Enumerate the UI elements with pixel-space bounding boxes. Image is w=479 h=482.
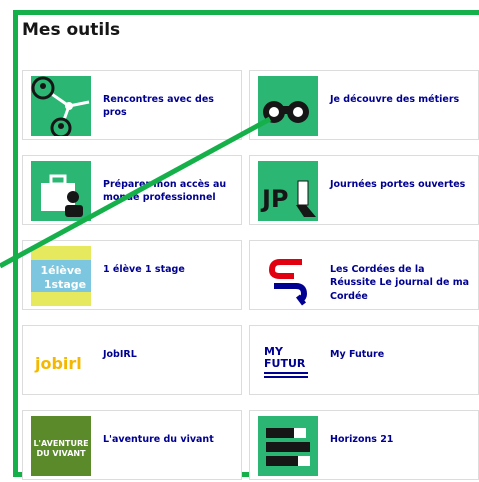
svg-text:jobirl: jobirl [34, 354, 82, 373]
tool-card-metiers[interactable]: Je découvre des métiers [249, 70, 479, 140]
tool-card-myfuture[interactable]: MY FUTUR My Future [249, 325, 479, 395]
svg-text:JP: JP [260, 185, 289, 213]
tool-card-1eleve1stage[interactable]: 1élève 1stage 1 élève 1 stage [22, 240, 242, 310]
tool-card-jobirl[interactable]: jobirl JobIRL [22, 325, 242, 395]
tool-label[interactable]: My Future [330, 348, 472, 361]
tool-label[interactable]: Je découvre des métiers [330, 93, 472, 106]
tool-label[interactable]: Journées portes ouvertes [330, 178, 472, 191]
svg-text:1stage: 1stage [44, 278, 86, 291]
tool-label[interactable]: JobIRL [103, 348, 235, 361]
tool-card-cordees[interactable]: Les Cordées de la Réussite Le journal de… [249, 240, 479, 310]
tool-card-aventure-vivant[interactable]: L'AVENTURE DU VIVANT L'aventure du vivan… [22, 410, 242, 480]
briefcase-icon [31, 161, 91, 221]
tool-label[interactable]: Rencontres avec des pros [103, 93, 235, 120]
tool-card-horizons21[interactable]: Horizons 21 [249, 410, 479, 480]
svg-text:FUTUR: FUTUR [264, 357, 306, 370]
horizons21-icon [258, 416, 318, 476]
tool-label[interactable]: 1 élève 1 stage [103, 263, 235, 276]
svg-text:1élève: 1élève [41, 264, 82, 277]
rencontres-pros-icon [31, 76, 91, 136]
aventure-vivant-logo: L'AVENTURE DU VIVANT [31, 416, 91, 476]
tool-label[interactable]: Horizons 21 [330, 433, 472, 446]
1eleve1stage-logo: 1élève 1stage [31, 246, 91, 306]
svg-text:DU VIVANT: DU VIVANT [36, 449, 86, 458]
cordees-logo [258, 246, 318, 306]
jpo-icon: JP [258, 161, 318, 221]
svg-text:L'AVENTURE: L'AVENTURE [33, 439, 88, 448]
tool-label[interactable]: Les Cordées de la Réussite Le journal de… [330, 263, 472, 303]
page-title: Mes outils [22, 20, 121, 40]
jobirl-logo: jobirl [31, 331, 91, 391]
my-future-logo: MY FUTUR [258, 331, 318, 391]
binoculars-icon [258, 76, 318, 136]
tool-label[interactable]: Préparer mon accès au monde professionne… [103, 178, 235, 205]
tool-card-preparer[interactable]: Préparer mon accès au monde professionne… [22, 155, 242, 225]
tool-card-rencontres[interactable]: Rencontres avec des pros [22, 70, 242, 140]
tool-card-jpo[interactable]: JP Journées portes ouvertes [249, 155, 479, 225]
tool-label[interactable]: L'aventure du vivant [103, 433, 235, 446]
